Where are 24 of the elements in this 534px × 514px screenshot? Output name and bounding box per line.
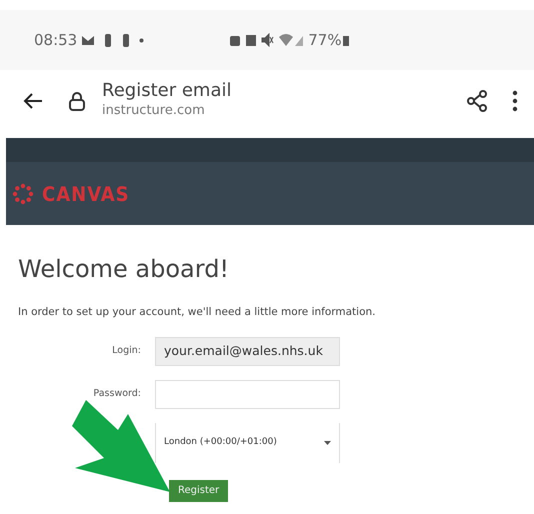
caret-icon [324,440,331,445]
page-heading: Welcome aboard! [18,254,230,285]
mail-icon [81,34,96,46]
back-icon[interactable] [22,91,44,111]
wifi-icon [278,33,294,47]
time-text: 08:53 [34,30,78,51]
dot-icon [139,38,144,42]
field-label: Password: [93,388,141,400]
mute-icon [261,33,274,47]
url-text: instructure.com [102,102,206,120]
logo-text: CANVAS [42,180,130,208]
more-icon[interactable] [512,90,518,112]
login-field[interactable]: your.email@wales.nhs.uk [155,336,340,366]
logo-icon [12,182,34,204]
share-icon[interactable] [466,90,488,112]
timezone-select[interactable]: London (+00:00/+01:00) [155,422,340,463]
battery-icon [342,34,350,46]
register-button[interactable]: Register [169,480,228,502]
intro-text: In order to set up your account, we'll need a little more information. [18,305,377,320]
field-label: Login: [112,345,141,356]
lock-icon [68,91,86,111]
battery-text: 77% [308,30,342,51]
password-field[interactable] [155,380,340,409]
page-title: Register email [102,81,232,102]
